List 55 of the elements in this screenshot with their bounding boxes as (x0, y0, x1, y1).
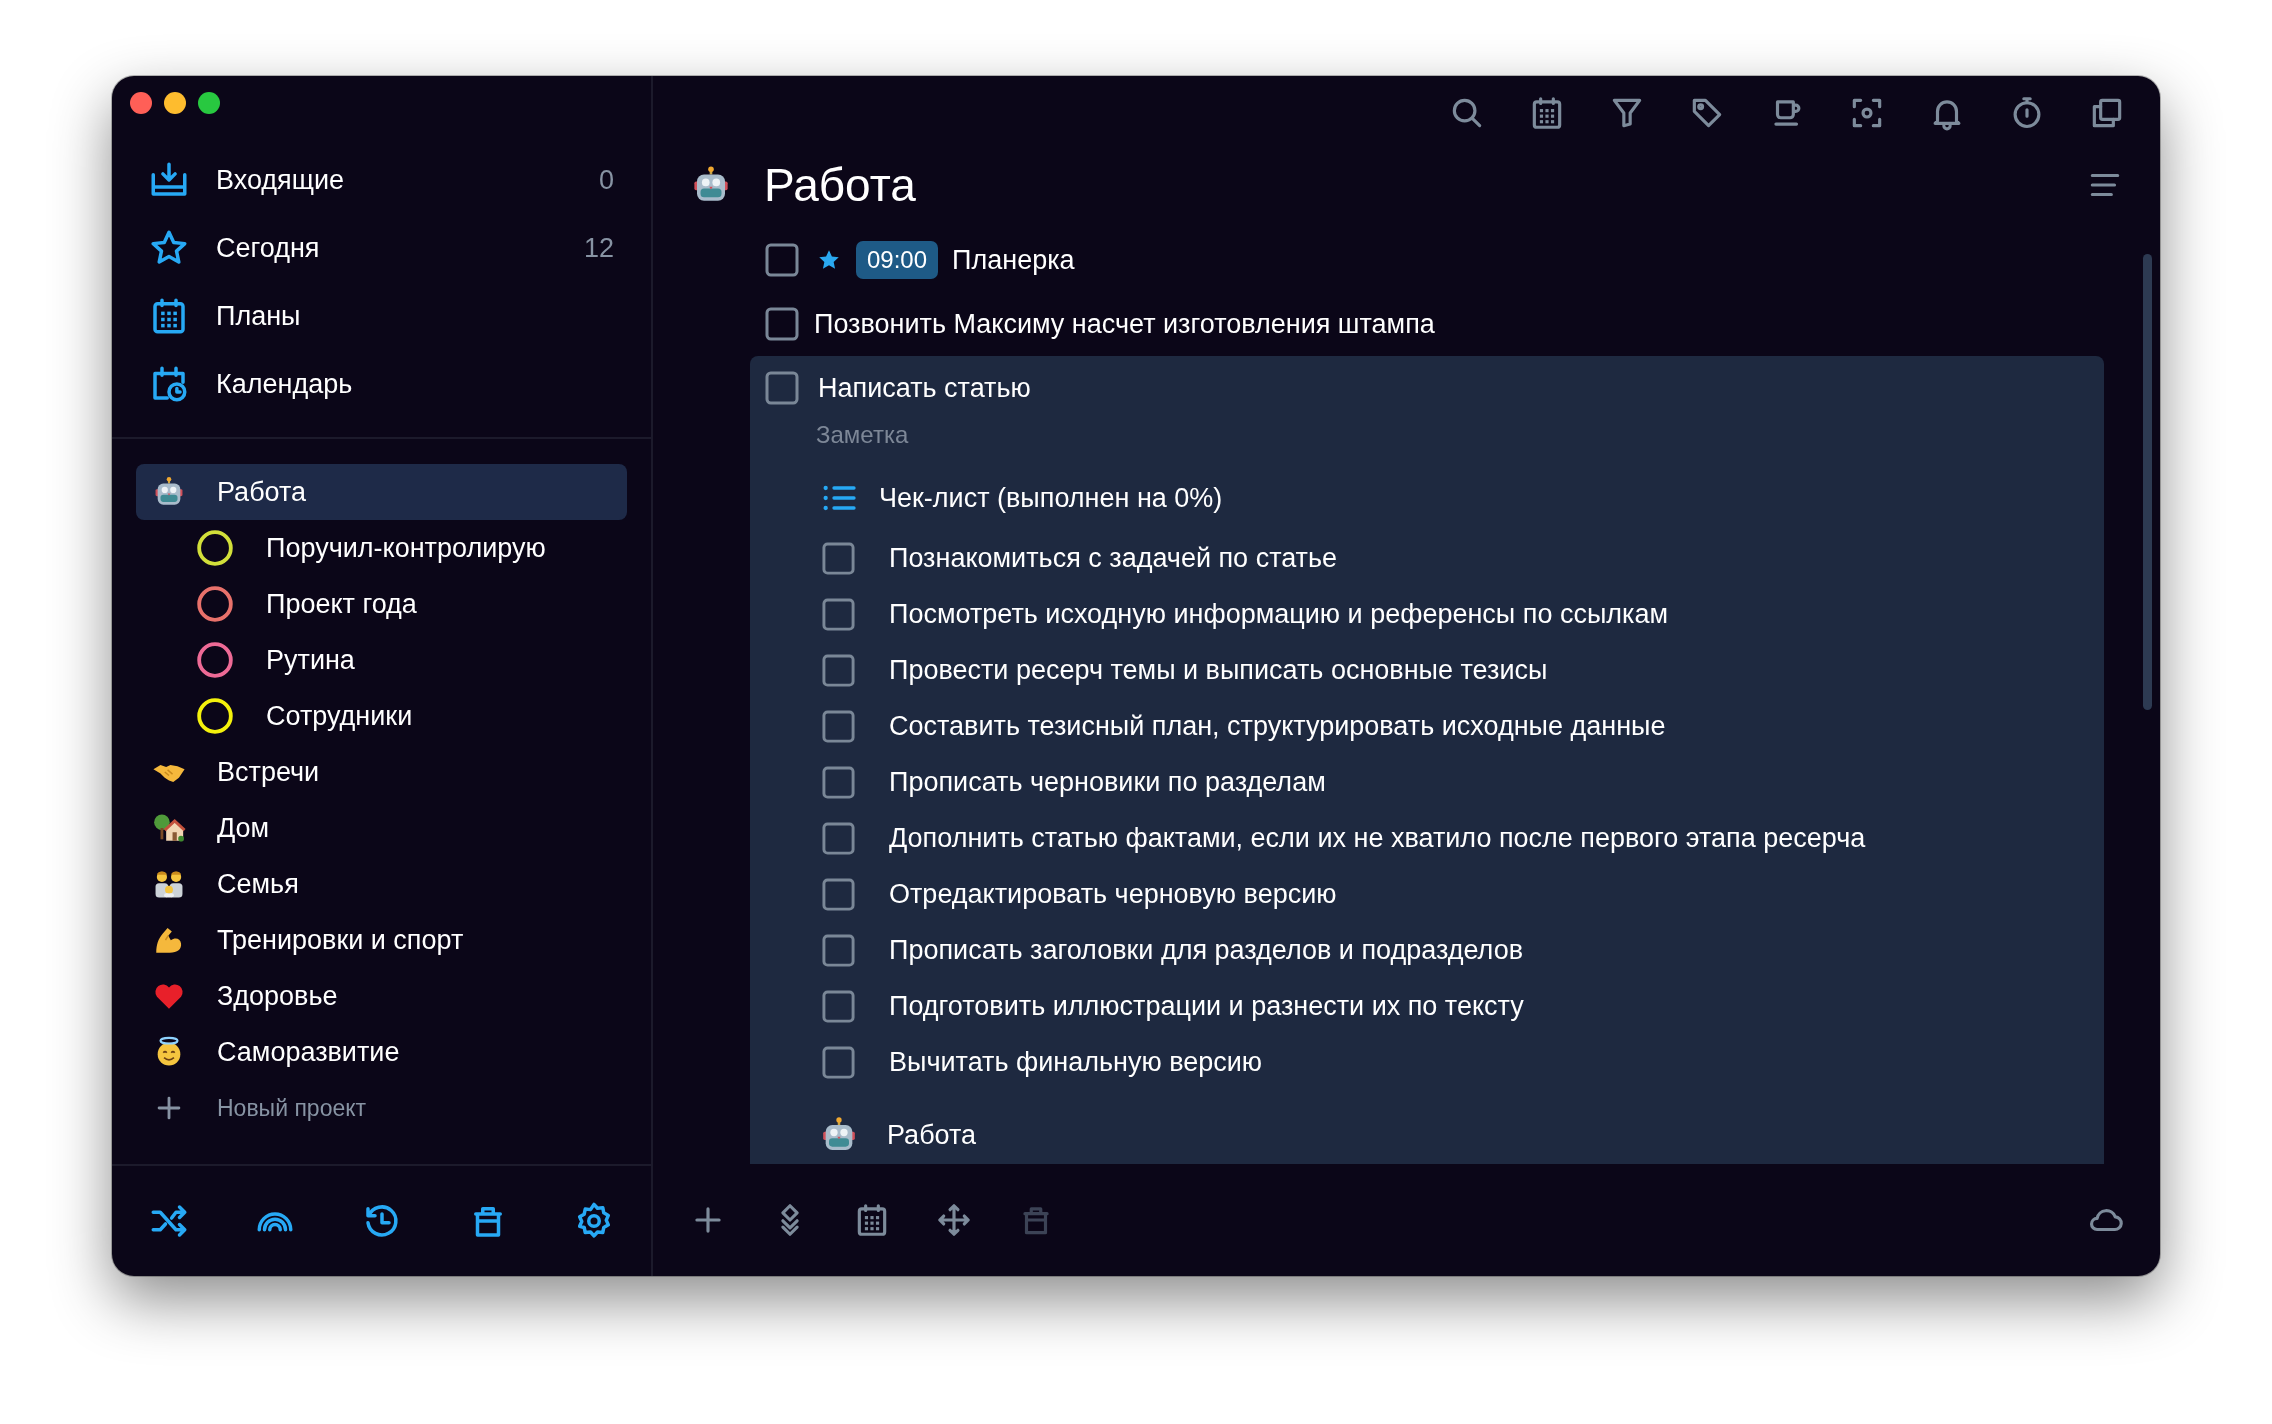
new-project-button[interactable]: Новый проект (112, 1080, 651, 1136)
minimize-button[interactable] (164, 92, 186, 114)
zoom-button[interactable] (198, 92, 220, 114)
project-item[interactable]: Саморазвитие (136, 1024, 627, 1080)
checklist-item[interactable]: Составить тезисный план, структурировать исходные данные (889, 710, 1666, 742)
sidebar-item[interactable]: Планы (112, 282, 651, 350)
task-title[interactable]: Написать статью (818, 372, 1031, 404)
checklist-item[interactable]: Познакомиться с задачей по статье (889, 542, 1338, 574)
checkbox[interactable] (764, 370, 800, 406)
project-item[interactable]: Здоровье (136, 968, 627, 1024)
project-item[interactable]: Семья (136, 856, 627, 912)
move-icon[interactable] (935, 1201, 973, 1239)
checkbox[interactable] (821, 876, 856, 912)
sidebar-item[interactable]: Входящие 0 (112, 146, 651, 214)
checklist-item[interactable]: Дополнить статью фактами, если их не хватило после первого этапа ресерча (889, 822, 1866, 854)
checklist-item[interactable]: Прописать заголовки для разделов и подразделов (889, 934, 1523, 966)
project-item[interactable]: Встречи (136, 744, 627, 800)
checkbox[interactable] (821, 764, 856, 800)
checkbox[interactable] (821, 988, 856, 1024)
task-title[interactable]: Планерка (952, 244, 1075, 276)
checkbox[interactable] (821, 540, 856, 576)
checkbox[interactable] (821, 932, 856, 968)
time-badge: 09:00 (856, 241, 939, 279)
project-item[interactable]: Поручил-контролирую (112, 520, 651, 576)
sidebar-item[interactable]: Календарь (112, 350, 651, 418)
task-title[interactable]: Позвонить Максиму насчет изготовления штампа (814, 308, 1435, 340)
item-count: 0 (598, 164, 614, 196)
checkbox[interactable] (821, 596, 856, 632)
checkbox[interactable] (821, 652, 856, 688)
project-title: Работа (764, 158, 917, 212)
checklist-item[interactable]: Вычитать финальную версию (889, 1046, 1263, 1078)
project-item[interactable]: Работа (136, 464, 627, 520)
checkbox[interactable] (764, 306, 800, 342)
sidebar-item[interactable]: Сегодня 12 (112, 214, 651, 282)
checkbox[interactable] (764, 242, 800, 278)
checklist-item[interactable]: Посмотреть исходную информацию и референсы по ссылкам (889, 598, 1669, 630)
scrollbar-thumb[interactable] (2143, 254, 2152, 710)
project-item[interactable]: Тренировки и спорт (136, 912, 627, 968)
close-button[interactable] (130, 92, 152, 114)
checkbox[interactable] (821, 820, 856, 856)
note-field[interactable]: Заметка (816, 420, 1216, 450)
project-label[interactable]: Работа (887, 1119, 977, 1151)
project-item[interactable]: Сотрудники (112, 688, 651, 744)
checklist-item[interactable]: Отредактировать черновую версию (889, 878, 1337, 910)
project-item[interactable]: Дом (136, 800, 627, 856)
checkbox[interactable] (821, 1044, 856, 1080)
item-count: 12 (583, 232, 614, 264)
checklist-title: Чек-лист (выполнен на 0%) (879, 482, 1223, 514)
checklist-item[interactable]: Провести ресерч темы и выписать основные тезисы (889, 654, 1548, 686)
task-card[interactable] (750, 356, 2104, 1164)
checklist-item[interactable]: Подготовить иллюстрации и разнести их по тексту (889, 990, 1524, 1022)
checklist-item[interactable]: Прописать черновики по разделам (889, 766, 1326, 798)
checkbox[interactable] (821, 708, 856, 744)
project-item[interactable]: Рутина (112, 632, 651, 688)
project-item[interactable]: Проект года (112, 576, 651, 632)
